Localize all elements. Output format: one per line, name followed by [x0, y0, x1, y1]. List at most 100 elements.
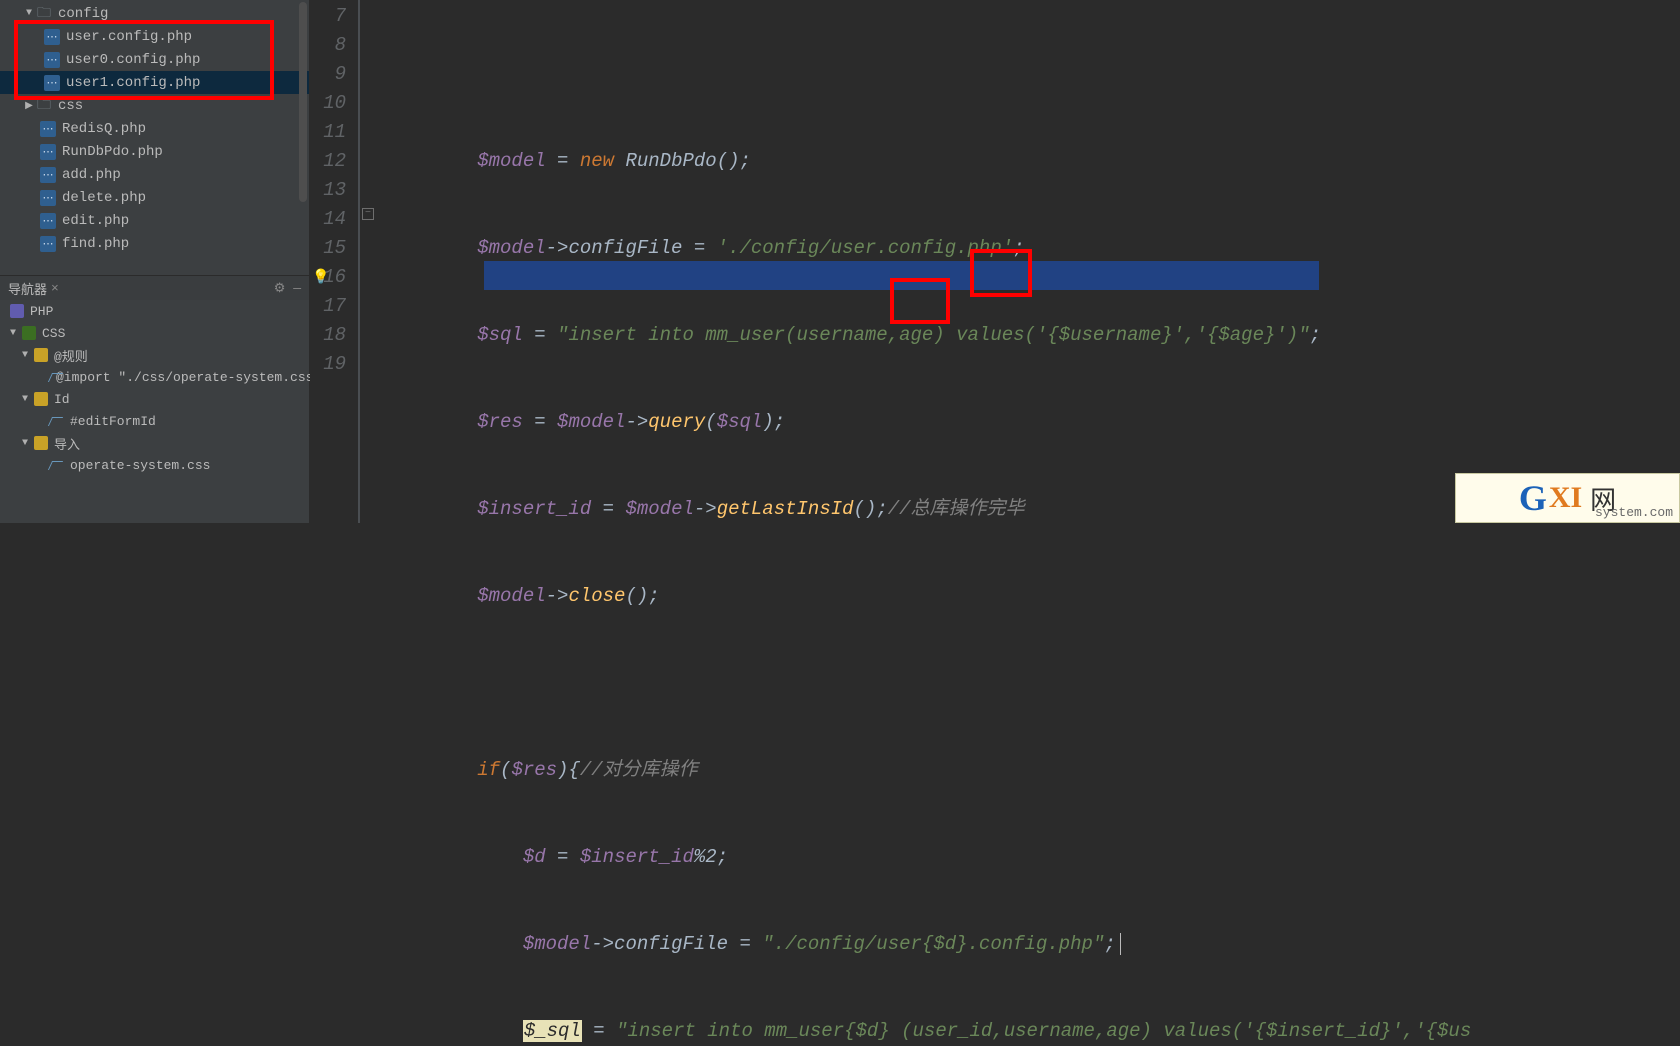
nav-rule[interactable]: ▼ @规则 [0, 344, 309, 366]
line-number: 9 [310, 60, 346, 89]
file-rundb[interactable]: ⋯ RunDbPdo.php [0, 140, 309, 163]
nav-label: CSS [42, 326, 65, 341]
php-icon [10, 304, 24, 318]
lightbulb-icon[interactable]: 💡 [312, 264, 328, 280]
nav-php[interactable]: PHP [0, 300, 309, 322]
nav-editform[interactable]: #editFormId [0, 410, 309, 432]
code-line: $model = new RunDbPdo(); [386, 147, 1680, 176]
line-gutter: 7 8 9 10 11 12 13 14 15 16 17 18 19 [310, 0, 360, 523]
folder-icon: 🗀 [36, 98, 52, 114]
nav-label: @规则 [54, 346, 88, 365]
chevron-right-icon: ▶ [22, 100, 36, 112]
file-label: find.php [62, 236, 129, 252]
chevron-down-icon: ▼ [10, 328, 22, 339]
folder-label: config [58, 6, 108, 22]
code-line: $d = $insert_id%2; [386, 843, 1680, 872]
selection-highlight [484, 261, 1319, 290]
php-file-icon: ⋯ [40, 213, 56, 229]
text-cursor [1120, 933, 1121, 955]
file-label: user0.config.php [66, 52, 200, 68]
nav-label: Id [54, 392, 70, 407]
folder-icon: 🗀 [36, 6, 52, 22]
file-delete[interactable]: ⋯ delete.php [0, 186, 309, 209]
nav-label: #editFormId [70, 414, 156, 429]
folder-css[interactable]: ▶ 🗀 css [0, 94, 309, 117]
chevron-down-icon: ▼ [22, 438, 34, 449]
php-file-icon: ⋯ [44, 52, 60, 68]
id-icon [34, 392, 48, 406]
php-file-icon: ⋯ [40, 121, 56, 137]
file-user1-config[interactable]: ⋯ user1.config.php [0, 71, 309, 94]
folder-config[interactable]: ▼ 🗀 config [0, 2, 309, 25]
line-number: 14 [310, 205, 346, 234]
tree-scrollbar[interactable] [299, 0, 307, 275]
code-editor[interactable]: 7 8 9 10 11 12 13 14 15 16 17 18 19 − 💡 … [310, 0, 1680, 523]
close-icon[interactable]: × [51, 281, 59, 296]
line-number: 11 [310, 118, 346, 147]
file-label: RedisQ.php [62, 121, 146, 137]
chevron-down-icon: ▼ [22, 8, 36, 19]
nav-id[interactable]: ▼ Id [0, 388, 309, 410]
project-tree: ▼ 🗀 config ⋯ user.config.php ⋯ user0.con… [0, 0, 309, 275]
file-edit[interactable]: ⋯ edit.php [0, 209, 309, 232]
nav-label: 导入 [54, 434, 80, 453]
line-number: 7 [310, 2, 346, 31]
nav-label: operate-system.css [70, 458, 210, 473]
php-file-icon: ⋯ [40, 190, 56, 206]
file-add[interactable]: ⋯ add.php [0, 163, 309, 186]
file-label: delete.php [62, 190, 146, 206]
watermark-logo: G XI 网 system.com [1455, 473, 1680, 523]
nav-operate-css[interactable]: operate-system.css [0, 454, 309, 476]
sidebar: ▼ 🗀 config ⋯ user.config.php ⋯ user0.con… [0, 0, 310, 523]
code-line [386, 669, 1680, 698]
line-number: 12 [310, 147, 346, 176]
import-icon [34, 436, 48, 450]
line-number: 8 [310, 31, 346, 60]
gear-icon[interactable]: ⚙ — [274, 281, 301, 296]
line-number: 19 [310, 350, 346, 379]
navigator-header[interactable]: 导航器 × ⚙ — [0, 276, 309, 300]
logo-g: G [1519, 477, 1547, 519]
code-line: $model->configFile = "./config/user{$d}.… [386, 930, 1680, 959]
code-area[interactable]: 💡 $model = new RunDbPdo(); $model->confi… [380, 0, 1680, 523]
file-label: edit.php [62, 213, 129, 229]
code-line: if($res){//对分库操作 [386, 756, 1680, 785]
nav-css[interactable]: ▼ CSS [0, 322, 309, 344]
line-number: 17 [310, 292, 346, 321]
file-user0-config[interactable]: ⋯ user0.config.php [0, 48, 309, 71]
code-line: $model->configFile = './config/user.conf… [386, 234, 1680, 263]
php-file-icon: ⋯ [44, 75, 60, 91]
nav-import[interactable]: @import "./css/operate-system.css" [0, 366, 309, 388]
line-number: 10 [310, 89, 346, 118]
file-redis[interactable]: ⋯ RedisQ.php [0, 117, 309, 140]
php-file-icon: ⋯ [40, 144, 56, 160]
file-label: RunDbPdo.php [62, 144, 163, 160]
php-file-icon: ⋯ [44, 29, 60, 45]
file-icon [50, 458, 64, 472]
code-line: $model->close(); [386, 582, 1680, 611]
file-find[interactable]: ⋯ find.php [0, 232, 309, 255]
file-label: add.php [62, 167, 121, 183]
logo-sub: system.com [1595, 505, 1673, 520]
line-number: 18 [310, 321, 346, 350]
fold-minus-icon[interactable]: − [362, 208, 374, 220]
nav-label: @import "./css/operate-system.css" [56, 370, 321, 385]
code-line: $res = $model->query($sql); [386, 408, 1680, 437]
line-number: 15 [310, 234, 346, 263]
nav-daoru[interactable]: ▼ 导入 [0, 432, 309, 454]
php-file-icon: ⋯ [40, 167, 56, 183]
fold-gutter: − [360, 0, 380, 523]
code-line: $sql = "insert into mm_user(username,age… [386, 321, 1680, 350]
logo-xi: XI [1549, 481, 1582, 515]
file-label: user.config.php [66, 29, 192, 45]
css-icon [22, 326, 36, 340]
code-line: $_sql = "insert into mm_user{$d} (user_i… [386, 1017, 1680, 1046]
chevron-down-icon: ▼ [22, 350, 34, 361]
navigator-panel: 导航器 × ⚙ — PHP ▼ CSS ▼ @规则 @import "./css… [0, 275, 309, 523]
nav-label: PHP [30, 304, 53, 319]
file-user-config[interactable]: ⋯ user.config.php [0, 25, 309, 48]
php-file-icon: ⋯ [40, 236, 56, 252]
line-number: 13 [310, 176, 346, 205]
navigator-title: 导航器 [8, 279, 47, 298]
folder-label: css [58, 98, 83, 114]
